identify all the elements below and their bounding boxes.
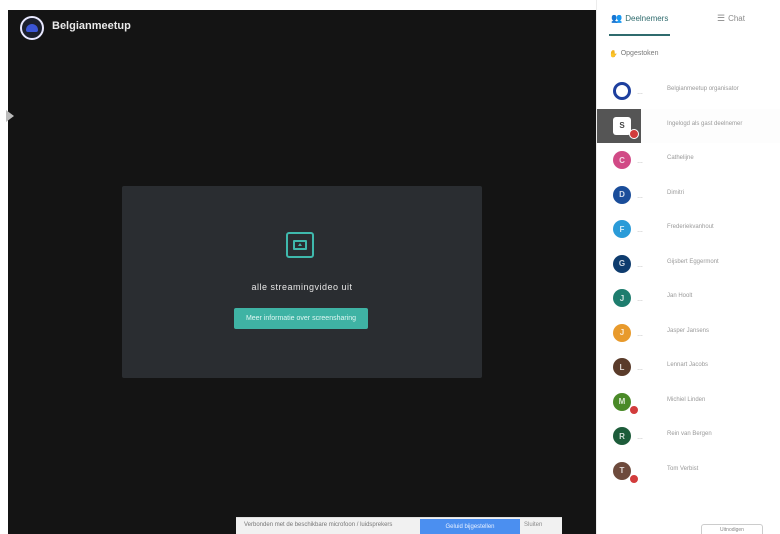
avatar-container: …: [597, 74, 643, 108]
muted-badge-icon: [629, 404, 639, 415]
avatar-container: C…: [597, 143, 643, 177]
participant-row[interactable]: S Ingelogd als gast deelnemer: [597, 108, 780, 143]
tab-participants-label: Deelnemers: [625, 14, 669, 23]
tab-chat-label: Chat: [728, 14, 745, 23]
collapse-arrow-icon[interactable]: [6, 110, 14, 122]
participant-row[interactable]: C… Cathelijne: [597, 143, 780, 178]
participant-name: Michiel Linden: [667, 396, 706, 403]
avatar-container: M: [597, 385, 641, 419]
close-notification-link[interactable]: Sluiten: [524, 522, 542, 528]
participant-row[interactable]: G… Gijsbert Eggermont: [597, 247, 780, 282]
participant-row[interactable]: M Michiel Linden: [597, 385, 780, 420]
muted-badge-icon: [629, 473, 639, 484]
participant-name: Rein van Bergen: [667, 431, 712, 437]
avatar-container: J…: [597, 316, 643, 350]
avatar: L: [613, 358, 631, 376]
avatar: J: [613, 289, 631, 307]
avatar-container: G…: [597, 247, 643, 281]
tab-participants[interactable]: 👥 Deelnemers: [608, 13, 671, 38]
avatar-container: F…: [597, 212, 643, 246]
participant-row[interactable]: L… Lennart Jacobs: [597, 350, 780, 385]
raised-hands-label: Opgestoken: [620, 50, 659, 57]
participant-name: Cathelijne: [667, 155, 694, 161]
adjust-audio-button[interactable]: Geluid bijgestellen: [420, 519, 520, 534]
notification-text: Verbonden met de beschikbare microfoon /…: [244, 522, 393, 528]
invite-button[interactable]: Uitnodigen: [701, 524, 763, 534]
video-stage: Belgianmeetup alle streamingvideo uit Me…: [6, 10, 596, 534]
more-options-icon[interactable]: …: [637, 228, 643, 234]
app-window: Belgianmeetup alle streamingvideo uit Me…: [0, 0, 780, 534]
avatar-container: L…: [597, 350, 643, 384]
meeting-logo-icon: [20, 16, 44, 40]
more-options-icon[interactable]: …: [637, 263, 643, 269]
participant-row[interactable]: J… Jasper Jansens: [597, 316, 780, 351]
avatar: F: [613, 220, 631, 238]
tab-chat[interactable]: ☰ Chat: [717, 14, 745, 38]
avatar-container: R…: [597, 419, 643, 453]
chat-icon: ☰: [717, 13, 726, 23]
raised-hands-filter[interactable]: ✋ Opgestoken: [609, 50, 658, 58]
avatar: D: [613, 185, 631, 204]
participant-name: Jasper Jansens: [667, 327, 710, 334]
more-options-icon[interactable]: …: [637, 332, 643, 338]
avatar: [613, 82, 631, 100]
screen-share-info-button[interactable]: Meer informatie over screensharing: [234, 308, 368, 329]
participants-list: … Belgianmeetup organisator S Ingelogd als …: [597, 74, 780, 488]
participant-name: Ingelogd als gast deelnemer: [667, 120, 743, 127]
participant-name: Gijsbert Eggermont: [667, 258, 719, 265]
muted-badge-icon: [629, 128, 639, 139]
more-options-icon[interactable]: …: [637, 366, 643, 372]
share-message: alle streamingvideo uit: [251, 282, 353, 292]
participant-name: Tom Verbist: [667, 465, 699, 472]
avatar: J: [613, 323, 631, 342]
participant-row[interactable]: R… Rein van Bergen: [597, 419, 780, 454]
participant-name: Belgianmeetup organisator: [667, 86, 739, 92]
participant-row[interactable]: T Tom Verbist: [597, 454, 780, 489]
avatar-container: J…: [597, 281, 643, 315]
screen-share-icon: [286, 232, 314, 258]
participant-row[interactable]: J… Jan Hoolt: [597, 281, 780, 316]
participant-row[interactable]: … Belgianmeetup organisator: [597, 74, 780, 109]
more-options-icon[interactable]: …: [637, 159, 643, 165]
participant-name: Jan Hoolt: [667, 293, 693, 299]
more-options-icon[interactable]: …: [637, 194, 643, 200]
hand-icon: ✋: [609, 51, 618, 58]
participant-name: Lennart Jacobs: [667, 362, 709, 368]
avatar-container: D…: [597, 178, 643, 212]
more-options-icon[interactable]: …: [637, 435, 643, 441]
panel-tabs: 👥 Deelnemers ☰ Chat: [597, 0, 780, 40]
avatar-container: T: [597, 454, 641, 488]
side-panel: 👥 Deelnemers ☰ Chat ✋ Opgestoken … Belgia…: [596, 0, 780, 534]
participant-name: Frederiekvanhout: [667, 224, 714, 230]
meeting-title: Belgianmeetup: [52, 20, 131, 32]
participant-row[interactable]: D… Dimitri: [597, 178, 780, 213]
more-options-icon[interactable]: …: [637, 297, 643, 303]
avatar-container: S: [597, 108, 641, 143]
avatar: R: [613, 427, 631, 445]
people-icon: 👥: [611, 13, 623, 23]
left-margin: [0, 0, 8, 534]
more-options-icon[interactable]: …: [637, 90, 643, 96]
audio-notification-bar: Verbonden met de beschikbare microfoon /…: [236, 517, 562, 534]
avatar: G: [613, 254, 631, 273]
participant-row[interactable]: F… Frederiekvanhout: [597, 212, 780, 247]
screen-share-card: alle streamingvideo uit Meer informatie …: [122, 186, 482, 378]
avatar: C: [613, 151, 631, 169]
participant-name: Dimitri: [667, 189, 684, 196]
